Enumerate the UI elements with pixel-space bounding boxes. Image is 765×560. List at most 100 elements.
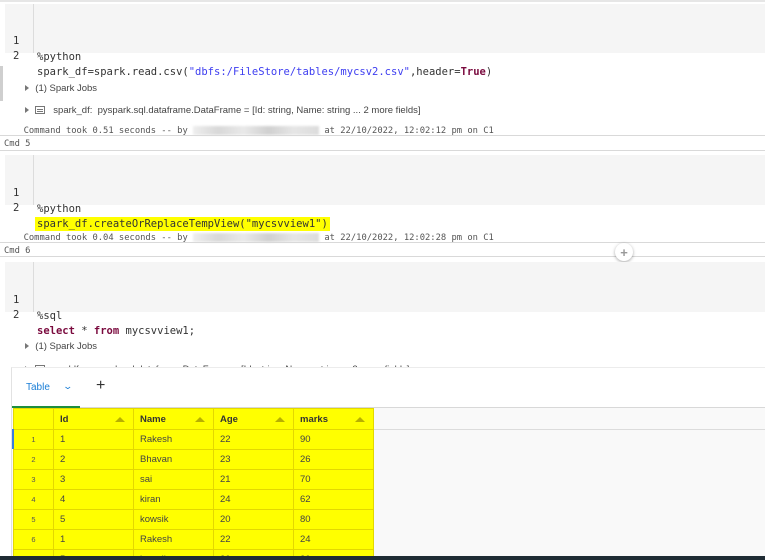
cell-marks[interactable]: 70: [293, 469, 374, 490]
keyword: from: [93, 325, 120, 337]
command-took-status: Command took 0.04 seconds -- by at 22/10…: [13, 223, 494, 243]
cell-id[interactable]: 1: [53, 429, 134, 450]
row-index[interactable]: 1: [13, 429, 54, 450]
cell-marks[interactable]: 24: [293, 529, 374, 550]
sort-ascending-icon[interactable]: [275, 417, 285, 422]
spark-jobs-toggle[interactable]: (1) Spark Jobs: [20, 68, 97, 94]
code-line: 1 %python: [5, 17, 81, 63]
plus-icon: +: [620, 244, 628, 260]
table-icon: [35, 106, 46, 115]
redacted-user: [193, 233, 320, 242]
cell-separator: [0, 135, 765, 136]
code-line: 2 spark_df.createOrReplaceTempView("mycs…: [5, 184, 330, 231]
gutter-divider: [33, 4, 34, 53]
cell-name[interactable]: kowsik: [133, 509, 214, 530]
column-header-label: marks: [300, 413, 328, 425]
cell-age[interactable]: 21: [213, 469, 294, 490]
code-line: 1 %sql: [5, 276, 62, 322]
spark-jobs-toggle[interactable]: (1) Spark Jobs: [20, 326, 97, 352]
column-header-age[interactable]: Age: [213, 408, 294, 430]
keyword: True: [460, 66, 486, 78]
cell-separator: [0, 242, 765, 243]
code-line: 2 spark_df=spark.read.csv("dbfs:/FileSto…: [5, 32, 492, 78]
cell-id[interactable]: 3: [53, 469, 134, 490]
column-header-label: Name: [140, 413, 166, 425]
cell-id[interactable]: 2: [53, 449, 134, 470]
dataframe-name: spark_df:: [53, 105, 93, 116]
code-text: %sql: [37, 310, 63, 322]
chevron-down-icon[interactable]: ⌄: [62, 381, 73, 392]
cell-separator: [0, 256, 765, 257]
line-number: 2: [13, 309, 20, 321]
code-line: 1 %python: [5, 169, 81, 215]
cmd-label: Cmd 5: [4, 139, 31, 149]
column-header-label: Id: [60, 413, 69, 425]
code-line: 2 select * from mycsvview1;: [5, 291, 195, 337]
result-panel: Table ⌄ + Id Name Age marks 1 1 Rakesh 22 90…: [11, 367, 765, 560]
row-index[interactable]: 6: [13, 529, 54, 550]
command-took-status: Command took 0.51 seconds -- by at 22/10…: [13, 116, 494, 136]
cell-separator: [0, 150, 765, 151]
cell-name[interactable]: sai: [133, 469, 214, 490]
cell-name[interactable]: Bhavan: [133, 449, 214, 470]
row-index[interactable]: 4: [13, 489, 54, 510]
top-border: [0, 0, 765, 2]
code-text: spark_df=spark.read.csv("dbfs:/FileStore…: [37, 64, 492, 80]
gutter-divider: [33, 262, 34, 312]
cell-name[interactable]: kiran: [133, 489, 214, 510]
cell-marks[interactable]: 62: [293, 489, 374, 510]
code-token: ): [485, 66, 493, 78]
expand-triangle-icon: [25, 107, 30, 114]
code-cell-5[interactable]: 1 %python 2 spark_df.createOrReplaceTemp…: [5, 155, 765, 231]
table-row[interactable]: 2 2 Bhavan 23 26: [13, 449, 374, 470]
cell-id[interactable]: 4: [53, 489, 134, 510]
cell-name[interactable]: Rakesh: [133, 529, 214, 550]
cell-age[interactable]: 22: [213, 529, 294, 550]
cell-age[interactable]: 23: [213, 449, 294, 470]
cell-name[interactable]: Rakesh: [133, 429, 214, 450]
table-row[interactable]: 4 4 kiran 24 62: [13, 489, 374, 510]
code-text: %python: [37, 203, 82, 215]
dataframe-type: pyspark.sql.dataframe.DataFrame = [Id: s…: [97, 105, 421, 116]
column-header-label: Age: [220, 413, 238, 425]
cell-marks[interactable]: 80: [293, 509, 374, 530]
row-index[interactable]: 5: [13, 509, 54, 530]
redacted-user: [193, 126, 320, 135]
cell-age[interactable]: 20: [213, 509, 294, 530]
code-cell-1[interactable]: 1 %python 2 spark_df=spark.read.csv("dbf…: [5, 4, 765, 78]
line-number: 2: [13, 50, 20, 62]
result-tab-bar: Table ⌄ +: [12, 368, 765, 408]
table-row[interactable]: 1 1 Rakesh 22 90: [13, 429, 374, 450]
add-visualization-button[interactable]: +: [96, 377, 105, 395]
column-header-id[interactable]: Id: [53, 408, 134, 430]
table-row[interactable]: 3 3 sai 21 70: [13, 469, 374, 490]
cell-id[interactable]: 1: [53, 529, 134, 550]
string-literal: "dbfs:/FileStore/tables/mycsv2.csv": [188, 66, 410, 78]
sort-ascending-icon[interactable]: [195, 417, 205, 422]
cell-age[interactable]: 22: [213, 429, 294, 450]
cell-marks[interactable]: 90: [293, 429, 374, 450]
sort-ascending-icon[interactable]: [115, 417, 125, 422]
cell-id[interactable]: 5: [53, 509, 134, 530]
cmd-label: Cmd 6: [4, 246, 31, 256]
line-number: 2: [13, 202, 20, 214]
column-header-marks[interactable]: marks: [293, 408, 374, 430]
sort-ascending-icon[interactable]: [355, 417, 365, 422]
table-row[interactable]: 6 1 Rakesh 22 24: [13, 529, 374, 550]
output-left-bar: [0, 66, 3, 101]
code-text: %python: [37, 51, 82, 63]
add-cell-button[interactable]: +: [615, 243, 633, 261]
code-cell-6[interactable]: 1 %sql 2 select * from mycsvview1;: [5, 262, 765, 337]
dataframe-schema-toggle[interactable]: spark_df: pyspark.sql.dataframe.DataFram…: [20, 90, 421, 116]
table-row[interactable]: 5 5 kowsik 20 80: [13, 509, 374, 530]
tab-table[interactable]: Table: [26, 382, 50, 393]
grid-header-divider: [374, 429, 765, 430]
row-index[interactable]: 2: [13, 449, 54, 470]
bottom-bar: [0, 556, 765, 560]
results-table: Id Name Age marks 1 1 Rakesh 22 90 2 2 Bhavan 23…: [13, 408, 374, 560]
cell-marks[interactable]: 26: [293, 449, 374, 470]
dataframe-schema-toggle[interactable]: _sqldf: pyspark.sql.dataframe.DataFrame …: [20, 349, 409, 375]
column-header-name[interactable]: Name: [133, 408, 214, 430]
row-index[interactable]: 3: [13, 469, 54, 490]
cell-age[interactable]: 24: [213, 489, 294, 510]
